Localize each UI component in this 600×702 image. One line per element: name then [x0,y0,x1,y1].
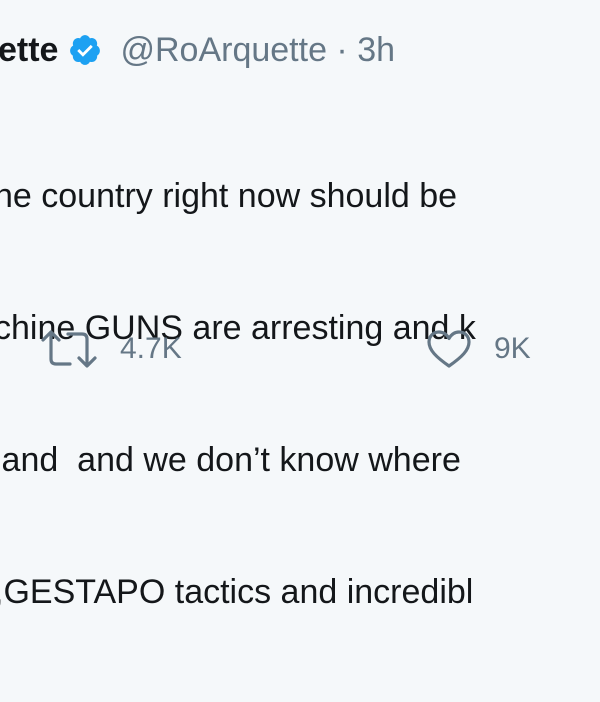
like-count: 9K [494,332,531,365]
retweet-button[interactable]: 4.7K [40,322,182,376]
separator-dot: · [326,30,358,69]
tweet-text-line-4: ,GESTAPO tactics and incredibl [0,573,474,611]
handle-text: @RoArquette [120,30,327,69]
tweet-timestamp[interactable]: 3h [357,31,395,69]
retweet-icon [40,329,98,369]
heart-icon [426,329,472,369]
author-name[interactable]: ette [0,31,58,70]
verified-badge-icon [68,33,102,67]
tweet-header: ette @RoArquette · 3h [0,22,395,78]
like-button[interactable]: 9K [426,322,531,376]
tweet-text-line-3: land and we don’t know where [0,441,461,479]
tweet-actions: 4.7K 9K [40,322,600,376]
retweet-count: 4.7K [120,332,182,365]
author-handle[interactable]: @RoArquette · 3h [120,31,395,70]
tweet-body: he country right now should be chine GUN… [0,86,600,702]
tweet-text-line-1: he country right now should be [0,177,458,215]
